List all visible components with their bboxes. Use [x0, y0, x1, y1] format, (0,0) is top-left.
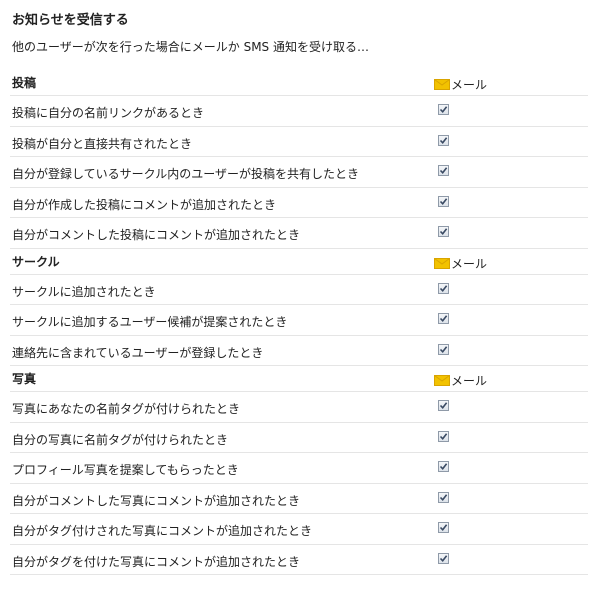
notification-row: 自分がタグ付けされた写真にコメントが追加されたとき: [10, 514, 588, 545]
email-checkbox[interactable]: [438, 104, 449, 115]
notification-row: 自分が作成した投稿にコメントが追加されたとき: [10, 188, 588, 218]
email-checkbox[interactable]: [438, 343, 449, 355]
section-title: 投稿: [12, 76, 37, 90]
checkmark-icon: [439, 493, 448, 501]
checkmark-icon: [439, 554, 448, 562]
notification-row: プロフィール写真を提案してもらったとき: [10, 453, 588, 484]
checkmark-icon: [439, 524, 448, 532]
page-subtitle: 他のユーザーが次を行った場合にメールか SMS 通知を受け取る…: [12, 40, 369, 54]
email-checkbox[interactable]: [438, 165, 449, 176]
envelope-icon: [434, 375, 450, 386]
notification-label: サークルに追加するユーザー候補が提案されたとき: [12, 315, 288, 329]
email-column-label: メール: [451, 78, 488, 92]
notification-row: 自分がコメントした投稿にコメントが追加されたとき: [10, 218, 588, 249]
checkmark-icon: [439, 136, 448, 144]
notification-row: 投稿に自分の名前リンクがあるとき: [10, 96, 588, 127]
email-column-label: メール: [451, 374, 488, 388]
page-title: お知らせを受信する: [12, 13, 129, 28]
notification-row: 自分がコメントした写真にコメントが追加されたとき: [10, 484, 588, 514]
email-column-header: メール: [434, 76, 487, 93]
section-header: 投稿 メール: [10, 70, 588, 96]
notification-label: サークルに追加されたとき: [12, 284, 156, 299]
checkmark-icon: [439, 432, 448, 440]
checkmark-icon: [439, 402, 448, 410]
notification-label: 投稿に自分の名前リンクがあるとき: [12, 106, 205, 120]
notification-row: 自分の写真に名前タグが付けられたとき: [10, 423, 588, 453]
envelope-icon: [434, 257, 450, 269]
notification-label: 自分が作成した投稿にコメントが追加されたとき: [12, 197, 277, 212]
envelope-icon: [434, 79, 450, 90]
checkmark-icon: [439, 167, 448, 175]
email-column-label: メール: [451, 256, 488, 271]
notification-label: 自分が登録しているサークル内のユーザーが投稿を共有したとき: [12, 167, 360, 181]
checkmark-icon: [439, 228, 448, 236]
notification-label: 自分がコメントした写真にコメントが追加されたとき: [12, 493, 301, 508]
email-column-header: メール: [434, 372, 487, 389]
email-checkbox[interactable]: [438, 461, 449, 472]
checkmark-icon: [439, 106, 448, 114]
checkmark-icon: [439, 315, 448, 323]
section-title: サークル: [12, 254, 60, 269]
notification-label: プロフィール写真を提案してもらったとき: [12, 463, 239, 477]
notification-label: 自分がコメントした投稿にコメントが追加されたとき: [12, 228, 301, 242]
email-checkbox[interactable]: [438, 313, 449, 324]
notification-row: 連絡先に含まれているユーザーが登録したとき: [10, 336, 588, 366]
notification-row: 写真にあなたの名前タグが付けられたとき: [10, 392, 588, 423]
notification-label: 自分がタグを付けた写真にコメントが追加されたとき: [12, 554, 301, 569]
notification-label: 投稿が自分と直接共有されたとき: [12, 136, 193, 151]
checkmark-icon: [439, 463, 448, 471]
notification-row: サークルに追加するユーザー候補が提案されたとき: [10, 305, 588, 336]
notification-label: 自分がタグ付けされた写真にコメントが追加されたとき: [12, 524, 313, 538]
email-checkbox[interactable]: [438, 400, 449, 411]
checkmark-icon: [439, 284, 448, 292]
notification-row: サークルに追加されたとき: [10, 275, 588, 305]
settings-list: 投稿 メール 投稿に自分の名前リンクがあるとき 投稿が自分と直接共有されたとき 自分が登…: [10, 70, 588, 575]
email-checkbox[interactable]: [438, 552, 449, 564]
email-checkbox[interactable]: [438, 226, 449, 237]
email-checkbox[interactable]: [438, 134, 449, 146]
section-header: サークル メール: [10, 249, 588, 275]
email-column-header: メール: [434, 255, 487, 272]
email-checkbox[interactable]: [438, 195, 449, 207]
checkmark-icon: [439, 345, 448, 353]
notification-row: 投稿が自分と直接共有されたとき: [10, 127, 588, 157]
email-checkbox[interactable]: [438, 430, 449, 442]
notification-row: 自分が登録しているサークル内のユーザーが投稿を共有したとき: [10, 157, 588, 188]
section-title: 写真: [12, 372, 37, 386]
notification-label: 写真にあなたの名前タグが付けられたとき: [12, 402, 241, 416]
email-checkbox[interactable]: [438, 491, 449, 503]
email-checkbox[interactable]: [438, 522, 449, 533]
notification-label: 自分の写真に名前タグが付けられたとき: [12, 432, 229, 447]
checkmark-icon: [439, 197, 448, 205]
notification-label: 連絡先に含まれているユーザーが登録したとき: [12, 345, 264, 360]
email-checkbox[interactable]: [438, 282, 449, 294]
notification-row: 自分がタグを付けた写真にコメントが追加されたとき: [10, 545, 588, 575]
section-header: 写真 メール: [10, 366, 588, 392]
